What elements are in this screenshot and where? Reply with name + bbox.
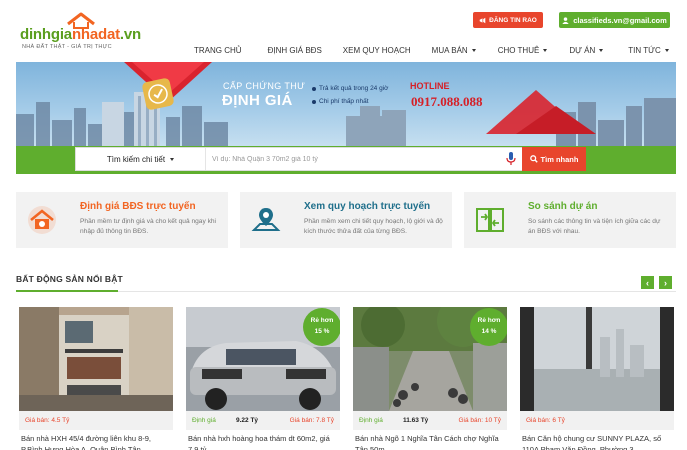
nav-item-valuation[interactable]: Định giá BĐS (268, 46, 322, 55)
nav-item-projects[interactable]: Dự án (569, 46, 604, 55)
banner-bullets: Trả kết quả trong 24 giờ Chi phí thấp nh… (312, 82, 388, 108)
chevron-down-icon (599, 48, 604, 52)
bullet-icon (312, 86, 316, 91)
logo-wordmark: dinhgianhadat.vn (20, 26, 141, 43)
megaphone-icon (479, 17, 486, 23)
listing-title[interactable]: Bán Căn hộ chung cư SUNNY PLAZA, số 110A… (522, 433, 672, 450)
user-icon (562, 16, 569, 24)
nav-item-buy-sell[interactable]: Mua bán (432, 46, 476, 55)
listing-price-strip: Giá bán: 4.5 Tỷ (19, 411, 173, 430)
chevron-down-icon (543, 48, 548, 52)
carousel-prev-button[interactable]: ‹ (641, 276, 654, 289)
banner-bullet: Trả kết quả trong 24 giờ (312, 82, 388, 95)
search-type-label: Tìm kiếm chi tiết (106, 154, 166, 164)
chevron-right-icon: › (664, 277, 667, 288)
valuation-label: Định giá (359, 417, 383, 424)
microphone-icon[interactable] (506, 152, 516, 166)
post-listing-button[interactable]: ĐĂNG TIN RAO (473, 12, 543, 28)
logo-tagline: NHÀ ĐẤT THẬT - GIÁ TRỊ THỰC (22, 44, 112, 50)
featured-section-title: BẤT ĐỘNG SẢN NỔI BẬT (16, 274, 123, 284)
bullet-icon (312, 99, 316, 104)
listing-price-strip: Giá bán: 6 Tỷ (520, 411, 674, 430)
chevron-down-icon (170, 157, 175, 161)
listing-price-strip: Định giá 9.22 Tỷ Giá bán: 7.8 Tỷ (186, 411, 340, 430)
valuation-label: Định giá (192, 417, 216, 424)
section-underline (16, 290, 118, 292)
discount-badge: Rẻ hơn 15 % (303, 308, 340, 346)
chevron-down-icon (471, 48, 476, 52)
listing-card[interactable]: Giá bán: 6 Tỷ Bán Căn hộ chung cư SUNNY … (520, 307, 674, 450)
banner-headline-2: ĐỊNH GIÁ (222, 92, 293, 109)
nav-item-rent[interactable]: Cho thuê (498, 46, 548, 55)
listing-title[interactable]: Bán nhà HXH 45/4 đường liên khu 8-9, P.B… (21, 433, 171, 450)
listing-title[interactable]: Bán nhà Ngõ 1 Nghĩa Tân Cách chợ Nghĩa T… (355, 433, 505, 450)
feature-desc: So sánh các thông tin và tiện ích giữa c… (528, 218, 661, 235)
email-label: classifieds.vn@gmail.com (573, 15, 667, 25)
main-nav: Trang chủ Định giá BĐS Xem quy hoạch Mua… (180, 42, 669, 58)
feature-desc: Phần mềm tư định giá và cho kết quả ngay… (80, 218, 217, 235)
valuation-value: 11.63 Tỷ (403, 417, 429, 424)
site-header: dinhgianhadat.vn NHÀ ĐẤT THẬT - GIÁ TRỊ … (0, 0, 687, 62)
feature-valuation[interactable]: Định giá BĐS trực tuyến Phần mềm tư định… (16, 192, 228, 248)
listing-price-strip: Định giá 11.63 Tỷ Giá bán: 10 Tỷ (353, 411, 507, 430)
listing-title[interactable]: Bán nhà hxh hoàng hoa thám dt 60m2, giá … (188, 433, 338, 450)
house-search-icon (28, 206, 56, 234)
email-button[interactable]: classifieds.vn@gmail.com (559, 12, 670, 28)
price-text: Giá bán: 7.8 Tỷ (289, 417, 334, 424)
chevron-down-icon (664, 48, 669, 52)
listing-photo[interactable] (520, 307, 674, 411)
feature-title: Xem quy hoạch trực tuyến (304, 201, 431, 212)
banner-bullet: Chi phí thấp nhất (312, 95, 388, 108)
listing-card[interactable]: Rẻ hơn 15 % Định giá 9.22 Tỷ Giá bán: 7.8… (186, 307, 340, 450)
price-text: Giá bán: 10 Tỷ (458, 417, 501, 424)
banner-headline-1: CẤP CHỨNG THƯ (223, 81, 306, 91)
feature-planning[interactable]: Xem quy hoạch trực tuyến Phần mềm xem ch… (240, 192, 452, 248)
feature-compare[interactable]: So sánh dự án So sánh các thông tin và t… (464, 192, 676, 248)
valuation-value: 9.22 Tỷ (236, 417, 259, 424)
nav-item-planning[interactable]: Xem quy hoạch (343, 46, 411, 55)
search-bar: Tìm kiếm chi tiết Tìm nhanh (75, 147, 586, 171)
nav-item-home[interactable]: Trang chủ (194, 46, 242, 55)
feature-desc: Phần mềm xem chi tiết quy hoạch, lộ giới… (304, 218, 443, 235)
search-type-select[interactable]: Tìm kiếm chi tiết (76, 148, 206, 170)
search-input[interactable] (212, 152, 492, 166)
chevron-left-icon: ‹ (646, 277, 649, 288)
map-pin-icon (251, 208, 281, 231)
feature-title: So sánh dự án (528, 201, 598, 212)
discount-badge: Rẻ hơn 14 % (470, 308, 507, 346)
feature-title: Định giá BĐS trực tuyến (80, 201, 196, 212)
listing-photo[interactable] (19, 307, 173, 411)
search-icon (529, 155, 538, 163)
compare-icon (476, 208, 504, 232)
site-logo[interactable]: dinhgianhadat.vn NHÀ ĐẤT THẬT - GIÁ TRỊ … (20, 12, 160, 52)
quick-search-button[interactable]: Tìm nhanh (522, 147, 586, 171)
hotline-label: HOTLINE (410, 81, 450, 91)
listing-card[interactable]: Giá bán: 4.5 Tỷ Bán nhà HXH 45/4 đường l… (19, 307, 173, 450)
price-text: Giá bán: 4.5 Tỷ (25, 417, 70, 424)
price-text: Giá bán: 6 Tỷ (526, 417, 565, 424)
carousel-next-button[interactable]: › (659, 276, 672, 289)
nav-item-news[interactable]: Tin tức (628, 46, 669, 55)
listing-card[interactable]: Rẻ hơn 14 % Định giá 11.63 Tỷ Giá bán: 10… (353, 307, 507, 450)
quick-search-label: Tìm nhanh (540, 154, 579, 164)
post-listing-label: ĐĂNG TIN RAO (489, 16, 537, 24)
hotline-number[interactable]: 0917.088.088 (411, 94, 483, 110)
